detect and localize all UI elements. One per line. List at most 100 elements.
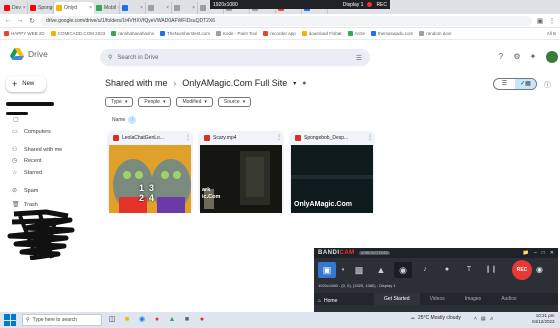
app-icon[interactable]: ▲ xyxy=(167,315,177,325)
file-thumbnail[interactable]: ark ic.Com xyxy=(200,145,282,213)
bookmark-item[interactable]: COMICADD.COM 2023 xyxy=(50,31,105,36)
menu-icon[interactable]: ⋮ xyxy=(548,17,556,25)
browser-tab[interactable]: × xyxy=(146,2,172,14)
url-field[interactable]: drive.google.com/drive/u/1/folders/1t4VH… xyxy=(40,15,532,26)
maximize-icon[interactable]: □ xyxy=(542,250,545,256)
reload-icon[interactable]: ↻ xyxy=(28,17,36,25)
file-thumbnail[interactable]: 1 3 2 4 xyxy=(109,145,191,213)
chevron-up-icon[interactable]: ˄ xyxy=(474,316,477,322)
more-options-icon[interactable]: ⋮ xyxy=(276,134,282,141)
pause-icon[interactable]: ❙❙ xyxy=(482,262,500,278)
list-view-icon[interactable]: ☰ xyxy=(494,79,515,89)
bookmark-item[interactable]: Kode - Paint Tool xyxy=(216,31,257,36)
bandicam-taskbar-icon[interactable]: ● xyxy=(197,315,207,325)
file-card[interactable]: Spongebob_Desp... ⋮ OnlyAMagic.Com xyxy=(289,131,375,213)
windows-start-icon[interactable] xyxy=(4,314,16,326)
browser-tab[interactable]: Mobil× xyxy=(94,2,120,14)
sidebar-item[interactable]: 🗑 Trash xyxy=(12,200,38,209)
screen-mode-icon[interactable]: ▣ xyxy=(318,262,336,278)
close-icon[interactable]: ✕ xyxy=(550,250,554,256)
sidebar-item[interactable]: ☆ Starred xyxy=(12,168,42,177)
close-tab-icon[interactable]: × xyxy=(192,5,195,11)
close-tab-icon[interactable]: × xyxy=(89,5,92,11)
home-nav[interactable]: ⌂ Home xyxy=(318,298,337,304)
browser-tab[interactable]: × xyxy=(172,2,198,14)
bandicam-tab[interactable]: Videos xyxy=(420,296,455,302)
back-icon[interactable]: ← xyxy=(4,17,12,24)
more-options-icon[interactable]: ⋮ xyxy=(185,134,191,141)
gemini-icon[interactable]: ✦ xyxy=(528,52,538,62)
drive-icon[interactable]: ▢ xyxy=(13,116,19,123)
clock[interactable]: 10:21 pm 04/12/2023 xyxy=(532,313,555,325)
filter-chip[interactable]: Source ▾ xyxy=(217,97,252,107)
browser-tab[interactable]: × xyxy=(120,2,146,14)
chrome-icon[interactable]: ◉ xyxy=(137,315,147,325)
bookmark-item[interactable]: download Fisbat xyxy=(301,31,342,36)
chevron-down-icon[interactable]: ▾ xyxy=(293,80,296,87)
settings-icon[interactable]: ⚙ xyxy=(512,52,522,62)
help-icon[interactable]: ? xyxy=(496,52,506,62)
all-bookmarks[interactable]: All B xyxy=(547,31,556,36)
webcam-icon[interactable]: ◉ xyxy=(394,262,412,278)
speaker-icon[interactable]: ♪ xyxy=(416,262,434,278)
close-tab-icon[interactable]: × xyxy=(23,5,26,11)
browser-tab[interactable]: Spongeb× xyxy=(28,2,54,14)
dropdown-icon[interactable]: ▾ xyxy=(340,262,346,278)
bandicam-tab[interactable]: Get Started xyxy=(374,293,420,305)
bookmark-item[interactable]: TheNumberstest.com xyxy=(159,31,210,36)
folder-icon[interactable]: 📁 xyxy=(523,250,529,256)
sidebar-item[interactable]: ▭ Computers xyxy=(12,127,51,136)
bookmark-item[interactable]: themaswadu.com xyxy=(371,31,413,36)
search-options-icon[interactable]: ☰ xyxy=(356,54,362,62)
game-mode-icon[interactable]: ▲ xyxy=(372,262,390,278)
minimize-icon[interactable]: – xyxy=(534,250,537,256)
network-icon[interactable]: ▤ xyxy=(481,316,486,322)
bookmark-item[interactable]: ranshahanahashs xyxy=(111,31,154,36)
forward-icon[interactable]: → xyxy=(16,17,24,24)
avatar[interactable] xyxy=(546,51,558,63)
computer-icon: ▭ xyxy=(12,128,18,135)
mic-icon[interactable]: ● xyxy=(438,262,456,278)
close-tab-icon[interactable]: × xyxy=(140,5,143,11)
sidebar-item[interactable]: ⚇ Shared with me xyxy=(12,145,62,154)
file-explorer-icon[interactable]: ■ xyxy=(122,315,132,325)
taskbar-search[interactable]: ⚲ Type here to search xyxy=(22,314,102,326)
browser-tab[interactable]: Dev × xyxy=(2,2,28,14)
info-icon[interactable]: ⓘ xyxy=(544,80,551,90)
bandicam-tab[interactable]: Images xyxy=(455,296,491,302)
volume-icon[interactable]: ♬ xyxy=(490,316,495,322)
drive-logo[interactable]: Drive xyxy=(10,48,48,60)
sidebar-item[interactable]: ⊘ Spam xyxy=(12,186,38,195)
bookmark-item[interactable]: Arcte xyxy=(347,31,365,36)
filter-chip[interactable]: Type ▾ xyxy=(105,97,134,107)
arrow-up-icon[interactable]: ↑ xyxy=(128,116,137,124)
filter-chip[interactable]: People ▾ xyxy=(138,97,172,107)
sort-control[interactable]: Name ↑ xyxy=(112,116,137,124)
bookmark-item[interactable]: random door xyxy=(419,31,452,36)
camera-icon[interactable]: ◉ xyxy=(536,265,543,274)
text-icon[interactable]: T xyxy=(460,262,478,278)
task-view-icon[interactable]: ◫ xyxy=(107,315,117,325)
file-card[interactable]: Scary.mp4 ⋮ ark ic.Com xyxy=(198,131,284,213)
app-icon[interactable]: ■ xyxy=(182,315,192,325)
close-tab-icon[interactable]: × xyxy=(166,5,169,11)
record-button[interactable]: REC xyxy=(512,260,532,280)
bandicam-tab[interactable]: Audios xyxy=(491,296,526,302)
breadcrumb-current[interactable]: OnlyAMagic.Com Full Site xyxy=(182,78,287,88)
file-card[interactable]: LeolaChatGenLo... ⋮ 1 3 2 4 xyxy=(107,131,193,213)
drive-search-bar[interactable]: ⚲ Search in Drive ☰ xyxy=(100,49,370,66)
new-button[interactable]: + New xyxy=(6,76,46,92)
device-mode-icon[interactable]: ▩ xyxy=(350,262,368,278)
app-icon[interactable]: ● xyxy=(152,315,162,325)
bookmark-item[interactable]: HAPPY WEB 2D xyxy=(4,31,45,36)
breadcrumb-parent[interactable]: Shared with me xyxy=(105,78,168,88)
browser-tab[interactable]: Onlyd × xyxy=(54,2,94,14)
filter-chip[interactable]: Modified ▾ xyxy=(176,97,213,107)
extensions-icon[interactable]: ▣ xyxy=(536,17,544,25)
sidebar-item[interactable]: ◷ Recent xyxy=(12,156,41,165)
weather-widget[interactable]: ☁ 25°C Mostly cloudy xyxy=(410,315,461,321)
bookmark-item[interactable]: recorder app xyxy=(263,31,296,36)
file-thumbnail[interactable]: OnlyAMagic.Com xyxy=(291,145,373,213)
grid-view-icon[interactable]: ✓▦ xyxy=(515,79,536,89)
more-options-icon[interactable]: ⋮ xyxy=(367,134,373,141)
